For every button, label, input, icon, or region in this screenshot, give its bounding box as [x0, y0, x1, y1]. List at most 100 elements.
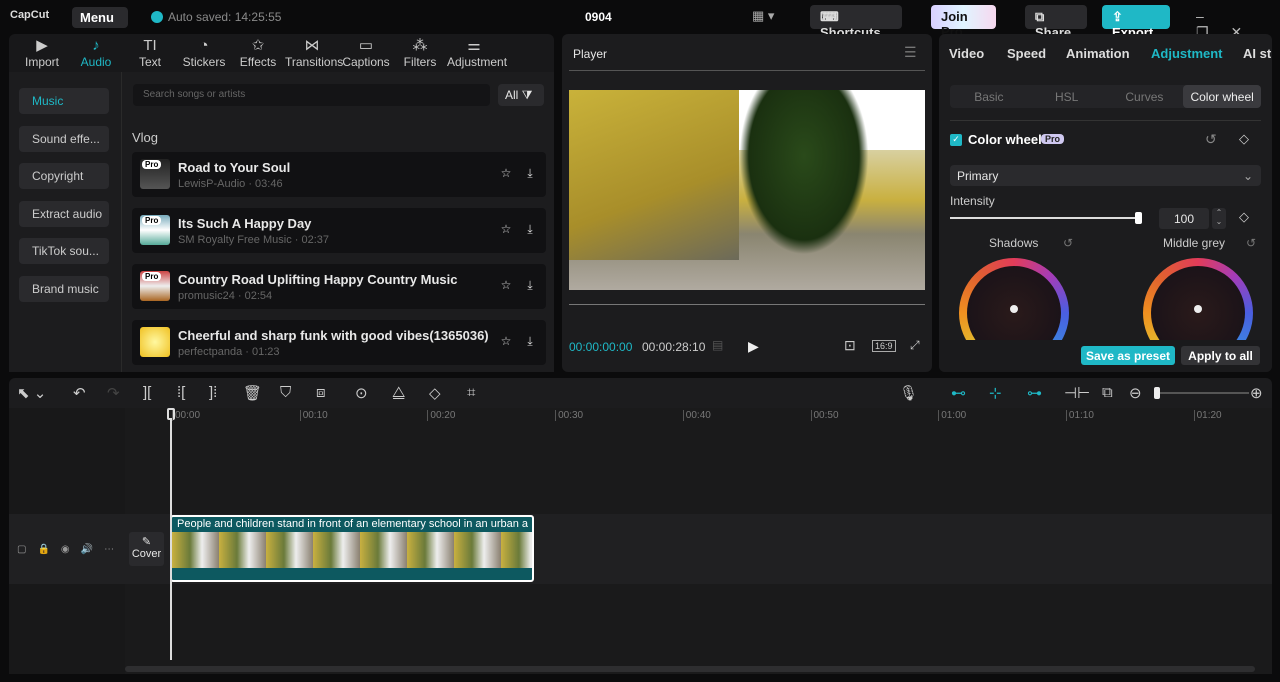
fullscreen-icon[interactable]: ⤢: [910, 338, 920, 353]
tab-stickers[interactable]: ◔ Stickers: [177, 34, 231, 72]
wheel-handle[interactable]: [1194, 305, 1202, 313]
split-icon[interactable]: ][: [143, 384, 151, 401]
category-item[interactable]: Music: [19, 88, 109, 114]
intensity-slider[interactable]: [950, 217, 1140, 219]
video-clip[interactable]: People and children stand in front of an…: [170, 515, 534, 582]
favorite-icon[interactable]: ☆: [498, 166, 514, 182]
download-icon[interactable]: ⤓: [522, 222, 538, 238]
ratio-button[interactable]: 16:9: [872, 340, 896, 352]
grid-icon[interactable]: ▤: [712, 338, 723, 352]
keyframe-icon[interactable]: ◇: [1239, 209, 1249, 225]
tab-import[interactable]: ▶ Import: [15, 34, 69, 72]
video-preview[interactable]: [569, 90, 925, 290]
marker-icon[interactable]: ⛉: [280, 384, 291, 401]
magnet-icon[interactable]: ⊹: [989, 384, 1002, 402]
tab-filters[interactable]: ⁂ Filters: [393, 34, 447, 72]
download-icon[interactable]: ⤓: [522, 278, 538, 294]
tab-audio[interactable]: ♪ Audio: [69, 34, 123, 72]
download-icon[interactable]: ⤓: [522, 334, 538, 350]
save-preset-button[interactable]: Save as preset: [1081, 346, 1175, 365]
speed-icon[interactable]: ⊙: [355, 384, 368, 402]
track-controls[interactable]: ▢🔒◉🔊⋯: [17, 544, 125, 555]
list-item[interactable]: Pro Road to Your Soul LewisP-Audio · 03:46…: [132, 152, 546, 197]
filter-button[interactable]: All ⧩: [498, 84, 544, 106]
tab-ai-style[interactable]: AI st: [1243, 46, 1271, 61]
tab-animation[interactable]: Animation: [1066, 46, 1130, 61]
crop-icon[interactable]: ⌗: [467, 384, 475, 401]
rotate-icon[interactable]: ◇: [429, 384, 441, 402]
split-view-icon[interactable]: ⊣⊢: [1064, 384, 1090, 402]
fit-icon[interactable]: ⊡: [844, 337, 856, 354]
tab-text[interactable]: TI Text: [123, 34, 177, 72]
favorite-icon[interactable]: ☆: [498, 334, 514, 350]
undo-icon[interactable]: ↶: [73, 384, 86, 402]
export-button[interactable]: ⇪ Export: [1102, 5, 1170, 40]
microphone-icon[interactable]: 🎙: [899, 384, 918, 402]
select-tool-icon[interactable]: ⬉ ⌄: [17, 384, 46, 402]
subtab-basic[interactable]: Basic: [950, 85, 1028, 108]
delete-icon[interactable]: 🗑: [243, 384, 262, 402]
tab-adjustment[interactable]: Adjustment: [1151, 46, 1223, 61]
playhead[interactable]: [170, 408, 172, 660]
list-item[interactable]: Pro Country Road Uplifting Happy Country …: [132, 264, 546, 309]
tab-effects[interactable]: ✩ Effects: [231, 34, 285, 72]
autosave-text: Auto saved: 14:25:55: [168, 10, 282, 24]
category-item[interactable]: Extract audio: [19, 200, 109, 227]
zoom-handle[interactable]: [1154, 387, 1160, 399]
zoom-slider[interactable]: [1159, 392, 1249, 394]
wheel-handle[interactable]: [1010, 305, 1018, 313]
play-button[interactable]: ▶: [748, 338, 759, 355]
list-item[interactable]: Cheerful and sharp funk with good vibes(…: [132, 320, 546, 365]
snap-icon[interactable]: ⊶: [1027, 384, 1042, 402]
stepper[interactable]: ⌃ ⌄: [1212, 208, 1226, 229]
zoom-in-icon[interactable]: ⊕: [1250, 384, 1263, 402]
time-tick: 01:00: [938, 410, 966, 421]
reset-icon[interactable]: ↺: [1246, 236, 1256, 250]
mode-select[interactable]: Primary ⌄: [950, 165, 1261, 186]
reset-icon[interactable]: ↺: [1205, 131, 1217, 148]
join-pro-button[interactable]: Join Pro: [931, 5, 996, 39]
preview-icon[interactable]: ⧉: [1102, 384, 1113, 401]
download-icon[interactable]: ⤓: [522, 166, 538, 182]
title-bar: CapCut Menu ⌄ Auto saved: 14:25:55 0904 …: [0, 0, 1280, 40]
shadows-wheel[interactable]: [959, 258, 1069, 340]
keyframe-icon[interactable]: ◇: [1239, 131, 1249, 147]
link-icon[interactable]: ⊷: [951, 384, 966, 402]
share-button[interactable]: ⧉ Share: [1025, 5, 1087, 40]
category-item[interactable]: Sound effe...: [19, 125, 109, 152]
mirror-icon[interactable]: ⧋: [392, 384, 405, 401]
redo-icon[interactable]: ↷: [107, 384, 120, 402]
subtab-color-wheel[interactable]: Color wheel: [1183, 85, 1261, 108]
freeze-icon[interactable]: ⧈: [316, 384, 326, 401]
shortcuts-button[interactable]: ⌨ Shortcuts: [810, 5, 902, 40]
subtab-hsl[interactable]: HSL: [1028, 85, 1106, 108]
zoom-out-icon[interactable]: ⊖: [1129, 384, 1142, 402]
category-item[interactable]: Copyright: [19, 163, 109, 189]
color-wheel-checkbox[interactable]: ✓: [950, 134, 962, 146]
apply-all-button[interactable]: Apply to all: [1181, 346, 1260, 365]
middle-grey-wheel[interactable]: [1143, 258, 1253, 340]
split-left-icon[interactable]: ⁞[: [177, 384, 185, 401]
horizontal-scrollbar[interactable]: [125, 666, 1255, 672]
pro-badge: Pro: [142, 216, 162, 225]
tab-adjustment[interactable]: ⚌ Adjustment: [447, 34, 507, 72]
split-right-icon[interactable]: ]⁞: [209, 384, 217, 401]
tab-transitions[interactable]: ⋈ Transitions: [285, 34, 343, 72]
cover-button[interactable]: ✎ Cover: [129, 532, 164, 566]
intensity-input[interactable]: 100: [1159, 208, 1209, 229]
slider-handle[interactable]: [1135, 212, 1142, 224]
category-item[interactable]: TikTok sou...: [19, 238, 109, 264]
search-input[interactable]: Search songs or artists: [133, 84, 490, 106]
subtab-curves[interactable]: Curves: [1106, 85, 1184, 108]
tab-video[interactable]: Video: [949, 46, 984, 61]
category-item[interactable]: Brand music: [19, 275, 109, 302]
layout-icon[interactable]: ▦ ▾: [752, 8, 774, 24]
tab-speed[interactable]: Speed: [1007, 46, 1046, 61]
tab-captions[interactable]: ▭ Captions: [339, 34, 393, 72]
menu-button[interactable]: Menu ⌄: [72, 7, 128, 39]
favorite-icon[interactable]: ☆: [498, 222, 514, 238]
reset-icon[interactable]: ↺: [1063, 236, 1073, 250]
favorite-icon[interactable]: ☆: [498, 278, 514, 294]
menu-icon[interactable]: ☰: [904, 44, 917, 61]
list-item[interactable]: Pro Its Such A Happy Day SM Royalty Free M…: [132, 208, 546, 253]
